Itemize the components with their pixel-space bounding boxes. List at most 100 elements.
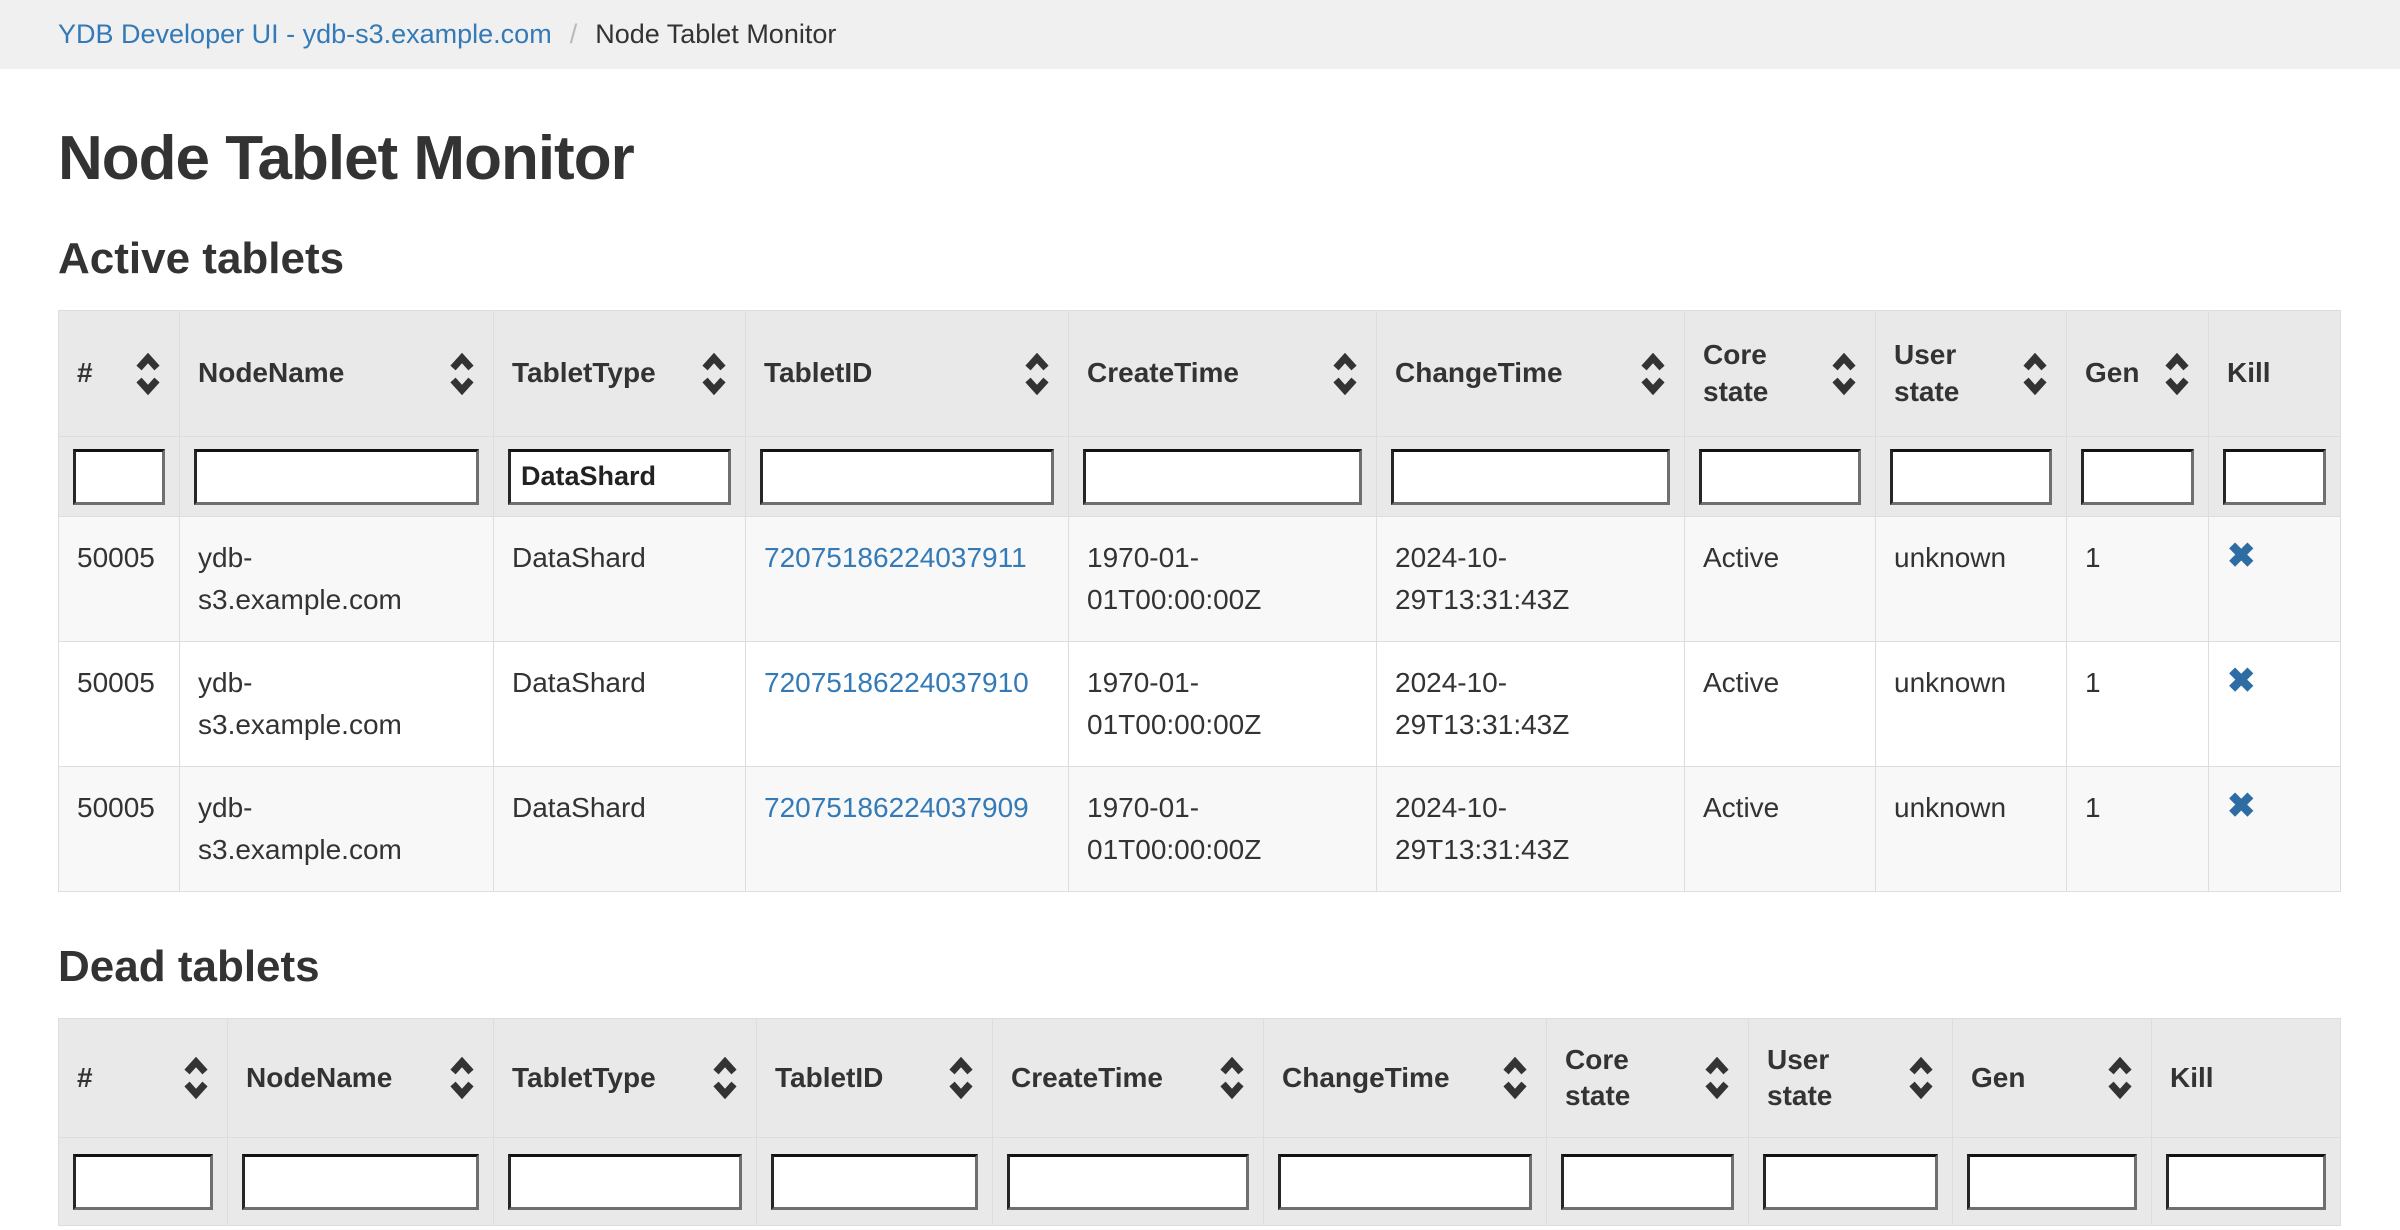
tablet-id-link[interactable]: 72075186224037911 [764, 542, 1027, 573]
dead-filter-createtime-input[interactable] [1007, 1154, 1249, 1210]
cell-tablettype: DataShard [494, 517, 746, 642]
dead-col-header-nodename[interactable]: NodeName [228, 1019, 494, 1138]
cell-userstate: unknown [1876, 767, 2067, 892]
kill-tablet-button[interactable]: ✖ [2227, 538, 2256, 575]
cell-createtime: 1970-01-01T00:00:00Z [1069, 642, 1377, 767]
dead-tablets-table: # NodeName TabletType TabletID CreateTim… [58, 1018, 2341, 1226]
page-title: Node Tablet Monitor [58, 123, 2342, 194]
dead-filter-kill-input[interactable] [2166, 1154, 2326, 1210]
sort-icon [948, 1057, 974, 1099]
active-filter-corestate-input[interactable] [1699, 449, 1861, 505]
active-col-header-changetime[interactable]: ChangeTime [1377, 311, 1685, 437]
active-filter-tablettype-input[interactable] [508, 449, 731, 505]
dead-filter-gen-input[interactable] [1967, 1154, 2137, 1210]
active-col-header-gen[interactable]: Gen [2067, 311, 2209, 437]
sort-icon [2164, 353, 2190, 395]
active-col-header-corestate[interactable]: Core state [1685, 311, 1876, 437]
sort-icon [449, 1057, 475, 1099]
dead-col-header-corestate[interactable]: Core state [1547, 1019, 1749, 1138]
active-filter-kill-input[interactable] [2223, 449, 2326, 505]
active-filter-createtime-input[interactable] [1083, 449, 1362, 505]
cell-tablettype: DataShard [494, 642, 746, 767]
cell-userstate: unknown [1876, 642, 2067, 767]
active-col-header-tablettype[interactable]: TabletType [494, 311, 746, 437]
cell-gen: 1 [2067, 517, 2209, 642]
dead-col-header-userstate[interactable]: User state [1749, 1019, 1953, 1138]
active-filter-num-input[interactable] [73, 449, 165, 505]
tablet-id-link[interactable]: 72075186224037909 [764, 792, 1029, 823]
dead-col-header-tabletid[interactable]: TabletID [757, 1019, 993, 1138]
dead-col-header-createtime[interactable]: CreateTime [993, 1019, 1264, 1138]
active-filter-tabletid-input[interactable] [760, 449, 1054, 505]
dead-filter-corestate-input[interactable] [1561, 1154, 1734, 1210]
cell-createtime: 1970-01-01T00:00:00Z [1069, 767, 1377, 892]
dead-filter-tablettype-input[interactable] [508, 1154, 742, 1210]
breadcrumb-current-item: Node Tablet Monitor [595, 19, 836, 50]
cell-gen: 1 [2067, 642, 2209, 767]
active-col-header-createtime[interactable]: CreateTime [1069, 311, 1377, 437]
dead-col-header-gen[interactable]: Gen [1953, 1019, 2152, 1138]
cell-nodename: ydb-s3.example.com [180, 517, 494, 642]
dead-col-header-changetime[interactable]: ChangeTime [1264, 1019, 1547, 1138]
cell-corestate: Active [1685, 517, 1876, 642]
active-col-header-num[interactable]: # [59, 311, 180, 437]
sort-icon [449, 353, 475, 395]
active-col-header-kill: Kill [2209, 311, 2341, 437]
sort-icon [2107, 1057, 2133, 1099]
cell-changetime: 2024-10-29T13:31:43Z [1377, 642, 1685, 767]
active-tablets-table: # NodeName TabletType TabletID CreateTim… [58, 310, 2341, 892]
active-filter-nodename-input[interactable] [194, 449, 479, 505]
main-content: Node Tablet Monitor Active tablets # Nod… [0, 123, 2400, 1226]
cell-num: 50005 [59, 517, 180, 642]
dead-filter-tabletid-input[interactable] [771, 1154, 978, 1210]
kill-tablet-button[interactable]: ✖ [2227, 663, 2256, 700]
cell-changetime: 2024-10-29T13:31:43Z [1377, 767, 1685, 892]
sort-icon [135, 353, 161, 395]
cell-kill: ✖ [2209, 517, 2341, 642]
active-filter-row [59, 437, 2341, 517]
cell-tabletid: 72075186224037909 [746, 767, 1069, 892]
sort-icon [1332, 353, 1358, 395]
cell-corestate: Active [1685, 642, 1876, 767]
dead-filter-num-input[interactable] [73, 1154, 213, 1210]
dead-col-header-tablettype[interactable]: TabletType [494, 1019, 757, 1138]
active-col-header-nodename[interactable]: NodeName [180, 311, 494, 437]
dead-filter-nodename-input[interactable] [242, 1154, 479, 1210]
table-row: 50005 ydb-s3.example.com DataShard 72075… [59, 517, 2341, 642]
cell-corestate: Active [1685, 767, 1876, 892]
sort-icon [1704, 1057, 1730, 1099]
dead-filter-userstate-input[interactable] [1763, 1154, 1938, 1210]
sort-icon [1219, 1057, 1245, 1099]
sort-icon [1024, 353, 1050, 395]
active-col-header-userstate[interactable]: User state [1876, 311, 2067, 437]
cell-kill: ✖ [2209, 767, 2341, 892]
active-filter-changetime-input[interactable] [1391, 449, 1670, 505]
dead-filter-changetime-input[interactable] [1278, 1154, 1532, 1210]
active-filter-gen-input[interactable] [2081, 449, 2194, 505]
tablet-id-link[interactable]: 72075186224037910 [764, 667, 1029, 698]
cell-kill: ✖ [2209, 642, 2341, 767]
sort-icon [701, 353, 727, 395]
sort-icon [2022, 353, 2048, 395]
active-filter-userstate-input[interactable] [1890, 449, 2052, 505]
dead-col-header-num[interactable]: # [59, 1019, 228, 1138]
cell-changetime: 2024-10-29T13:31:43Z [1377, 517, 1685, 642]
cell-tablettype: DataShard [494, 767, 746, 892]
table-row: 50005 ydb-s3.example.com DataShard 72075… [59, 642, 2341, 767]
cell-gen: 1 [2067, 767, 2209, 892]
sort-icon [1831, 353, 1857, 395]
dead-header-row: # NodeName TabletType TabletID CreateTim… [59, 1019, 2341, 1138]
sort-icon [1640, 353, 1666, 395]
breadcrumb-separator: / [570, 19, 578, 50]
cell-nodename: ydb-s3.example.com [180, 642, 494, 767]
cell-createtime: 1970-01-01T00:00:00Z [1069, 517, 1377, 642]
kill-tablet-button[interactable]: ✖ [2227, 788, 2256, 825]
cell-nodename: ydb-s3.example.com [180, 767, 494, 892]
breadcrumb: YDB Developer UI - ydb-s3.example.com / … [0, 0, 2400, 69]
active-tablets-heading: Active tablets [58, 234, 2342, 284]
cell-tabletid: 72075186224037910 [746, 642, 1069, 767]
dead-col-header-kill: Kill [2152, 1019, 2341, 1138]
breadcrumb-root-link[interactable]: YDB Developer UI - ydb-s3.example.com [58, 19, 552, 50]
table-row: 50005 ydb-s3.example.com DataShard 72075… [59, 767, 2341, 892]
active-col-header-tabletid[interactable]: TabletID [746, 311, 1069, 437]
